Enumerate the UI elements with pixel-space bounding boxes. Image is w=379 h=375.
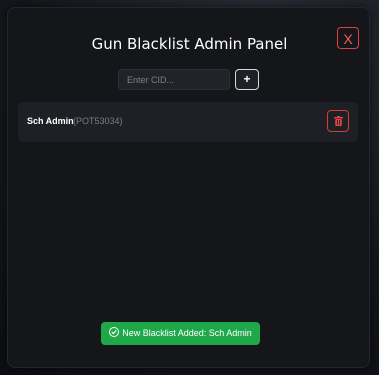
success-toast: New Blacklist Added: Sch Admin	[101, 322, 260, 345]
add-button[interactable]: +	[235, 69, 259, 90]
admin-panel: Gun Blacklist Admin Panel X + Sch Admin …	[7, 7, 370, 368]
toast-message: New Blacklist Added: Sch Admin	[122, 328, 252, 338]
check-circle-icon	[109, 327, 120, 337]
delete-entry-button[interactable]	[327, 110, 349, 132]
entry-name: Sch Admin	[27, 116, 74, 126]
trash-icon	[334, 116, 343, 126]
cid-input[interactable]	[118, 69, 230, 90]
entry-cid: (POT53034)	[73, 116, 123, 126]
blacklist-row: Sch Admin (POT53034)	[18, 102, 358, 142]
panel-title: Gun Blacklist Admin Panel	[91, 35, 288, 53]
close-button[interactable]: X	[337, 27, 359, 49]
